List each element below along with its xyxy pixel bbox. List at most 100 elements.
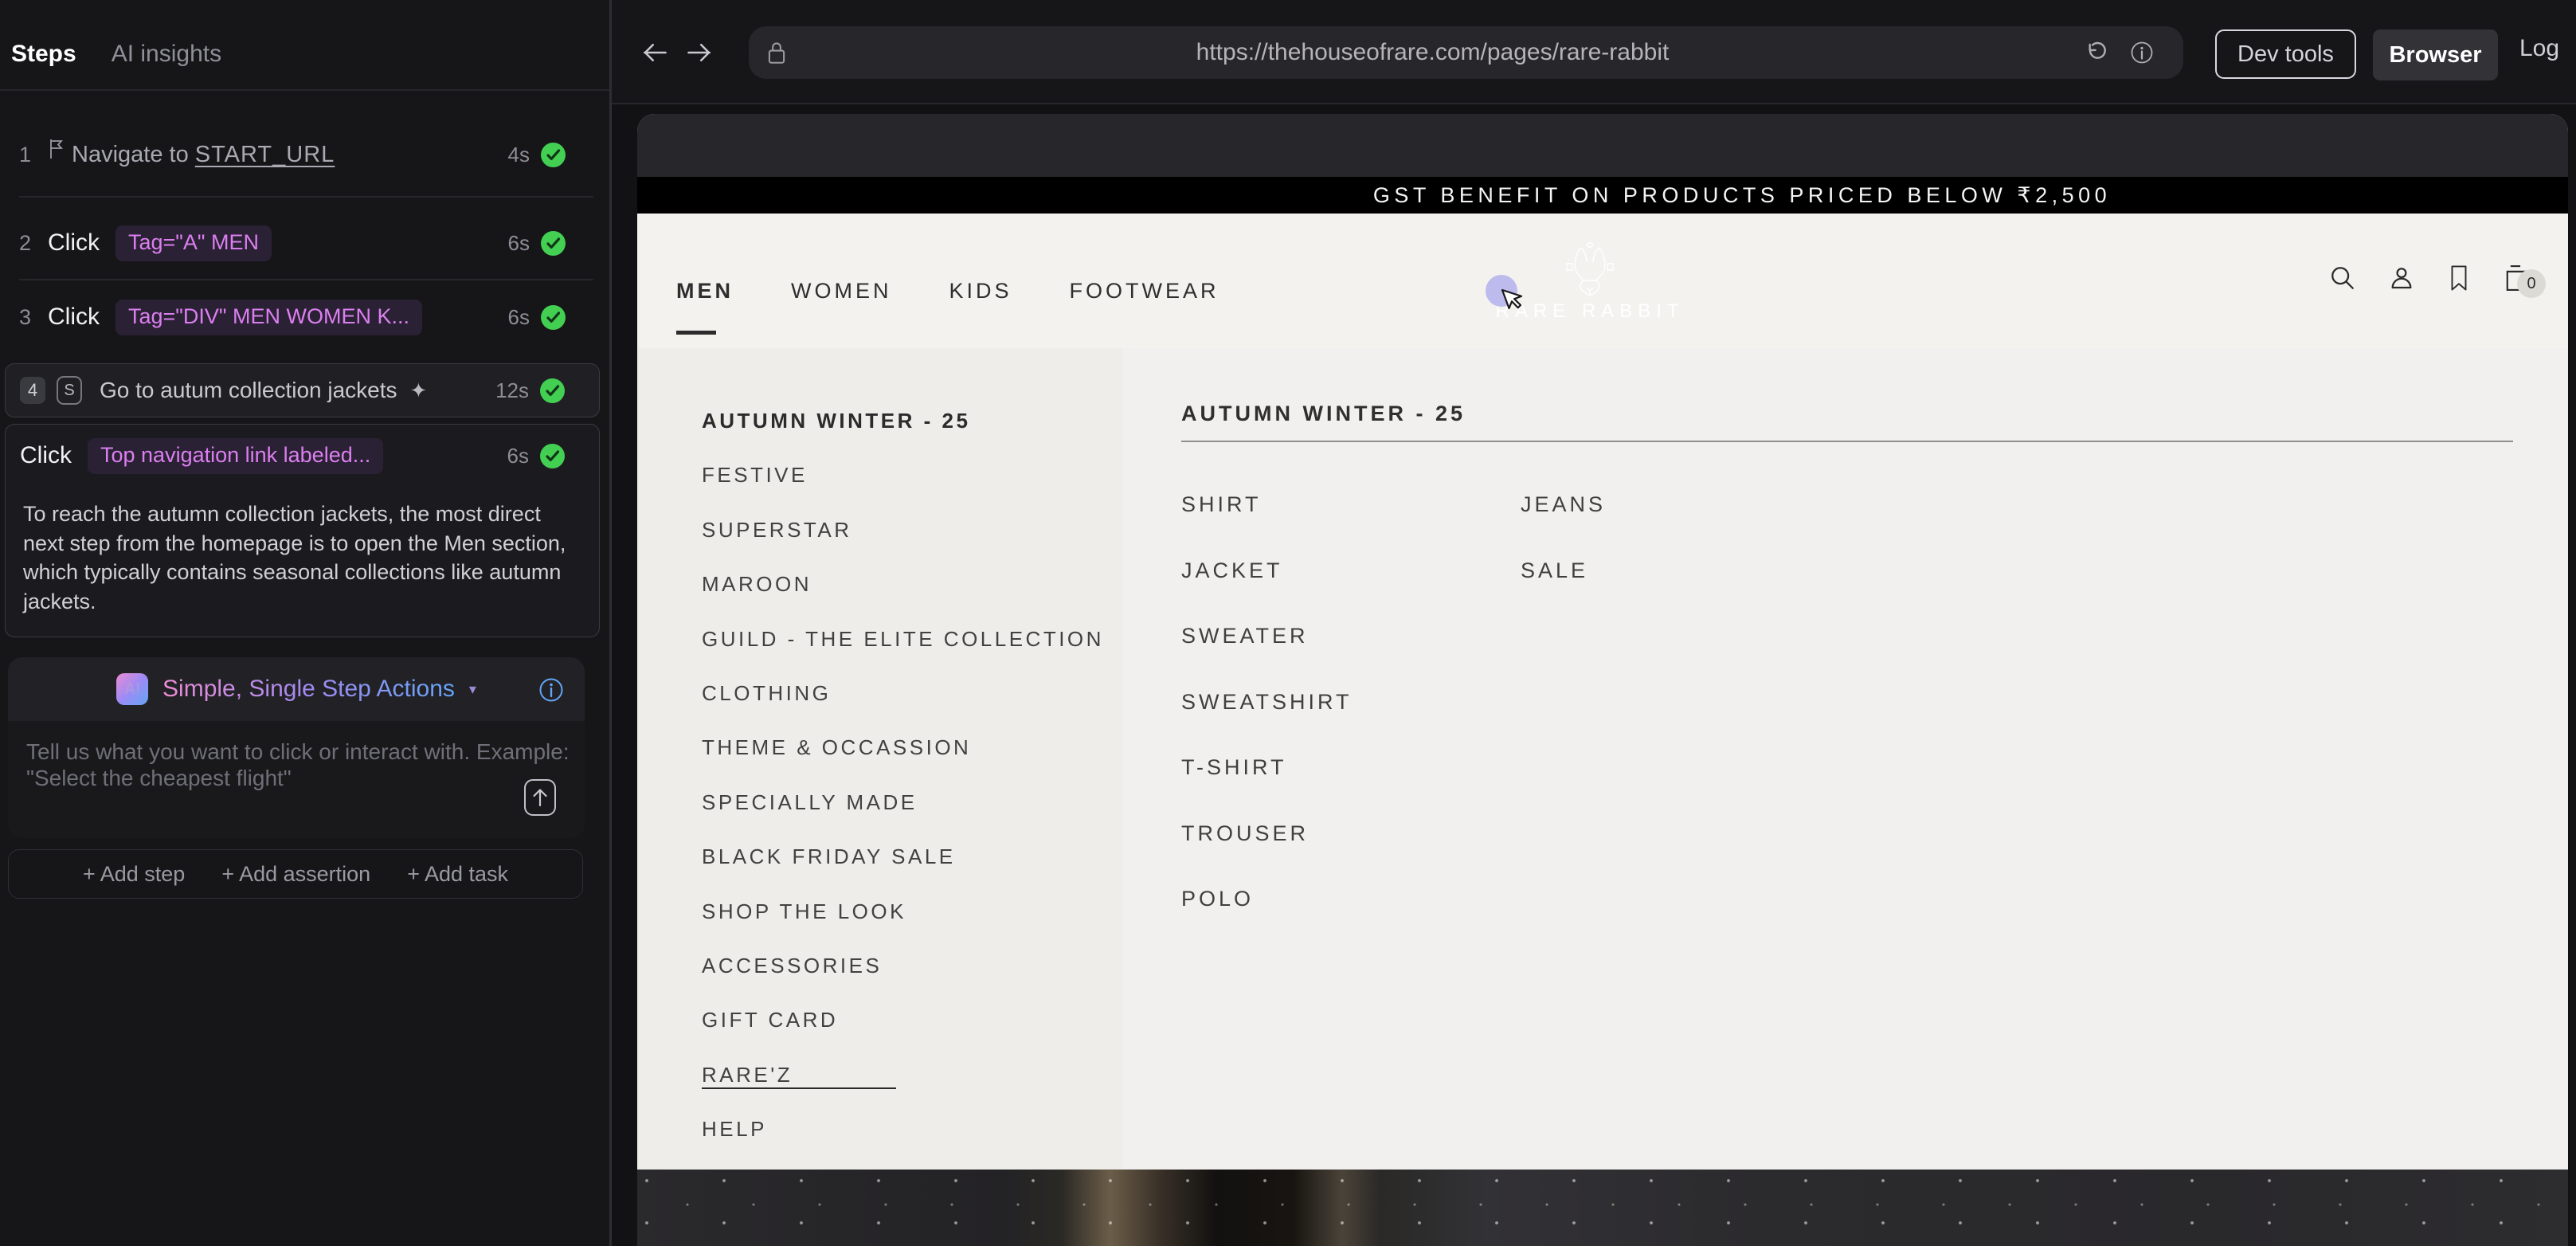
ai-badge-icon: AI	[116, 673, 148, 705]
add-step-button[interactable]: + Add step	[83, 862, 185, 887]
back-button[interactable]	[640, 38, 669, 67]
nav-footwear[interactable]: FOOTWEAR	[1070, 279, 1219, 304]
panel-item-trouser[interactable]: TROUSER	[1181, 821, 1353, 846]
forward-button[interactable]	[685, 38, 714, 67]
step-label: Navigate to START_URL	[72, 142, 335, 168]
panel-item-sweatshirt[interactable]: SWEATSHIRT	[1181, 689, 1353, 715]
panel-item-jeans[interactable]: JEANS	[1521, 492, 1606, 517]
cart-icon[interactable]: 0	[2503, 263, 2531, 293]
step-duration: 4s	[508, 143, 530, 167]
success-check-icon	[540, 444, 565, 468]
menu-item-shop-the-look[interactable]: SHOP THE LOOK	[702, 899, 1104, 924]
step-label: Go to autum collection jackets	[100, 378, 397, 403]
page-info-icon[interactable]	[2129, 40, 2155, 65]
menu-item-festive[interactable]: FESTIVE	[702, 462, 1104, 488]
mouse-cursor	[1499, 287, 1528, 319]
step-action: Click	[20, 442, 72, 469]
ai-prompt-area	[8, 721, 585, 838]
panel-item-tshirt[interactable]: T-SHIRT	[1181, 754, 1353, 780]
url-bar[interactable]: https://thehouseofrare.com/pages/rare-ra…	[749, 26, 2183, 79]
menu-item-superstar[interactable]: SUPERSTAR	[702, 517, 1104, 543]
success-check-icon	[540, 378, 565, 403]
panel-item-sale[interactable]: SALE	[1521, 558, 1606, 583]
step-action: Click	[48, 229, 100, 257]
step-row-1[interactable]: 1 Navigate to START_URL 4s	[19, 137, 566, 172]
log-tab-button[interactable]: Log	[2519, 35, 2559, 62]
menu-item-guild[interactable]: GUILD - THE ELITE COLLECTION	[702, 626, 1104, 652]
info-icon[interactable]	[538, 677, 564, 703]
account-icon[interactable]	[2388, 264, 2415, 292]
step-row-2[interactable]: 2 Click Tag="A" MEN 6s	[19, 225, 566, 261]
mega-menu-sidebar: AUTUMN WINTER - 25 FESTIVE SUPERSTAR MAR…	[637, 348, 1123, 1170]
menu-item-gift-card[interactable]: GIFT CARD	[702, 1007, 1104, 1032]
step-duration: 6s	[508, 231, 530, 256]
header-icons: 0	[2329, 263, 2531, 293]
announcement-bar: GST BENEFIT ON PRODUCTS PRICED BELOW ₹2,…	[637, 177, 2568, 214]
menu-item-help[interactable]: HELP	[702, 1116, 1104, 1142]
lock-icon	[765, 39, 789, 66]
steps-sidebar: Steps AI insights 1 Navigate to START_UR…	[0, 0, 609, 1246]
step-number: 2	[19, 231, 35, 256]
step-card-4[interactable]: 4 S Go to autum collection jackets ✦ 12s	[5, 363, 600, 417]
nav-women[interactable]: WOMEN	[791, 279, 891, 304]
step-description: To reach the autumn collection jackets, …	[23, 500, 581, 616]
success-check-icon	[541, 143, 566, 167]
hero-image	[637, 1170, 2568, 1246]
panel-item-polo[interactable]: POLO	[1181, 886, 1353, 911]
dev-tools-button[interactable]: Dev tools	[2215, 29, 2356, 79]
divider	[0, 89, 609, 91]
site-viewport: GST BENEFIT ON PRODUCTS PRICED BELOW ₹2,…	[637, 114, 2568, 1246]
browser-tab-button[interactable]: Browser	[2373, 29, 2498, 80]
tab-steps[interactable]: Steps	[11, 41, 76, 68]
step-duration: 6s	[507, 444, 529, 468]
menu-item-specially-made[interactable]: SPECIALLY MADE	[702, 790, 1104, 815]
page-top-band	[637, 114, 2568, 177]
wishlist-bookmark-icon[interactable]	[2447, 264, 2471, 292]
tab-ai-insights[interactable]: AI insights	[112, 41, 221, 68]
step-number-badge: 4	[20, 377, 45, 404]
step-number: 1	[19, 143, 35, 167]
selector-badge[interactable]: Tag="DIV" MEN WOMEN K...	[115, 300, 422, 335]
menu-item-maroon[interactable]: MAROON	[702, 571, 1104, 597]
start-url-link[interactable]: START_URL	[195, 142, 335, 167]
submit-prompt-button[interactable]	[524, 779, 556, 816]
active-nav-underline	[676, 331, 716, 335]
divider	[1181, 441, 2513, 442]
menu-item-rarez[interactable]: RARE'Z	[702, 1062, 1104, 1087]
menu-item-underline	[702, 1087, 896, 1089]
menu-item-clothing[interactable]: CLOTHING	[702, 680, 1104, 706]
success-check-icon	[541, 305, 566, 330]
search-icon[interactable]	[2329, 264, 2356, 292]
reload-icon[interactable]	[2083, 40, 2108, 65]
panel-item-sweater[interactable]: SWEATER	[1181, 623, 1353, 648]
panel-item-shirt[interactable]: SHIRT	[1181, 492, 1353, 517]
step-card-click[interactable]: Click Top navigation link labeled... 6s …	[5, 424, 600, 637]
ai-mode-title[interactable]: Simple, Single Step Actions	[162, 676, 455, 703]
selector-badge[interactable]: Tag="A" MEN	[115, 225, 272, 261]
menu-item-black-friday-sale[interactable]: BLACK FRIDAY SALE	[702, 844, 1104, 869]
divider	[19, 279, 593, 280]
sidebar-tabs: Steps AI insights	[11, 38, 221, 70]
ai-actions-header[interactable]: AI Simple, Single Step Actions ▾	[8, 657, 585, 721]
nav-men[interactable]: MEN	[676, 279, 734, 304]
s-key-icon: S	[57, 376, 82, 405]
selector-badge[interactable]: Top navigation link labeled...	[88, 438, 383, 474]
ai-prompt-input[interactable]	[26, 739, 576, 818]
divider	[19, 196, 593, 198]
menu-item-autumn-winter[interactable]: AUTUMN WINTER - 25	[702, 408, 1104, 433]
add-task-button[interactable]: + Add task	[407, 862, 508, 887]
ai-actions-panel: AI Simple, Single Step Actions ▾	[8, 657, 585, 838]
nav-kids[interactable]: KIDS	[949, 279, 1012, 304]
site-header: MEN WOMEN KIDS FOOTWEAR	[637, 214, 2568, 348]
menu-item-accessories[interactable]: ACCESSORIES	[702, 953, 1104, 978]
add-assertion-button[interactable]: + Add assertion	[221, 862, 370, 887]
panel-item-jacket[interactable]: JACKET	[1181, 558, 1353, 583]
announcement-text: GST BENEFIT ON PRODUCTS PRICED BELOW ₹2,…	[1373, 183, 2111, 208]
step-row-3[interactable]: 3 Click Tag="DIV" MEN WOMEN K... 6s	[19, 300, 566, 335]
url-text[interactable]: https://thehouseofrare.com/pages/rare-ra…	[789, 39, 2077, 66]
panel-heading: AUTUMN WINTER - 25	[1181, 402, 1466, 426]
sparkle-icon: ✦	[410, 378, 428, 403]
app-window: Steps AI insights 1 Navigate to START_UR…	[0, 0, 2576, 1246]
menu-item-theme-occassion[interactable]: THEME & OCCASSION	[702, 735, 1104, 760]
chevron-down-icon[interactable]: ▾	[469, 681, 476, 698]
